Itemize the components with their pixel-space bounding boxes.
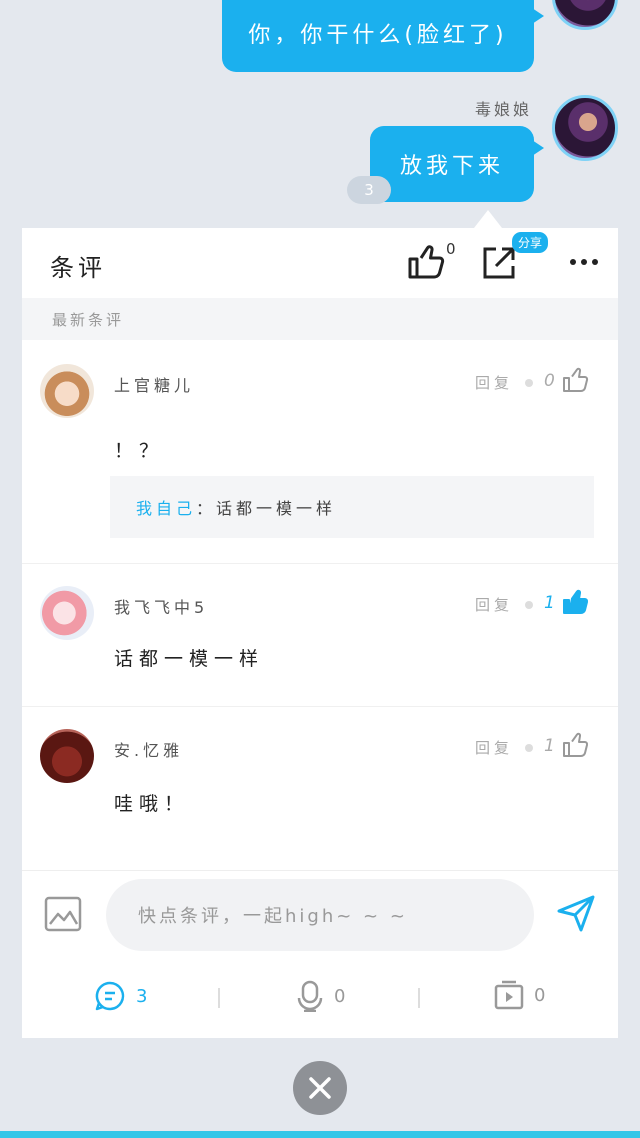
reply-button[interactable]: 回复 [475,737,513,758]
message-bubble[interactable]: 你，你干什么(脸红了) [222,0,544,72]
section-label: 最新条评 [52,310,125,329]
more-icon[interactable] [568,250,600,274]
thumbs-up-filled-icon[interactable] [562,588,590,616]
share-icon[interactable] [480,244,518,282]
avatar[interactable] [40,586,94,640]
panel-title: 条评 [50,254,106,282]
quoted-reply: 我自己：话都一模一样 [110,476,594,538]
share-badge: 分享 [512,232,549,253]
quote-text: 话都一模一样 [216,499,337,518]
tab-count: 0 [534,984,546,1006]
video-icon [494,980,524,1010]
sender-name: 毒娘娘 [474,100,532,119]
quote-author[interactable]: 我自己 [136,495,196,519]
media-tabs: 3 0 0 [22,968,618,1028]
comment-count-badge[interactable]: 3 [347,176,391,204]
separator-dot [525,601,533,609]
like-count: 0 [544,371,555,391]
avatar[interactable] [552,95,618,161]
comment-text: 哇哦！ [114,793,190,815]
comment-input-bar: 快点条评，一起high~ ~ ~ [22,870,618,960]
tab-video[interactable]: 0 [494,980,545,1010]
comment-icon [95,981,125,1011]
comment-input[interactable]: 快点条评，一起high~ ~ ~ [106,879,534,951]
comment-item: 我飞飞中5 回复 1 话都一模一样 [22,564,618,707]
thumbs-up-icon[interactable] [562,731,590,759]
comment-text: ！？ [114,440,165,462]
send-icon[interactable] [556,893,596,933]
tab-comments[interactable]: 3 [94,980,147,1012]
tab-voice[interactable]: 0 [296,980,345,1012]
panel-pointer [474,210,502,228]
comment-panel: 条评 0 分享 最新条评 上官糖儿 回复 0 ！？ 我自己：话都一模一样 我飞飞… [22,228,618,1038]
like-count: 1 [544,593,555,613]
message-text: 你，你干什么(脸红了) [248,23,508,48]
message-text: 放我下来 [399,154,504,179]
like-count: 0 [446,240,456,258]
comment-username[interactable]: 安.忆雅 [114,737,183,761]
tab-count: 0 [334,985,346,1007]
comment-item: 上官糖儿 回复 0 ！？ 我自己：话都一模一样 [22,340,618,564]
comment-username[interactable]: 我飞飞中5 [114,594,208,618]
separator-dot [525,379,533,387]
tab-divider [218,988,220,1008]
quote-separator: ： [196,499,217,518]
separator-dot [525,744,533,752]
avatar[interactable] [40,364,94,418]
tab-count: 3 [136,985,148,1007]
microphone-icon [297,980,323,1012]
section-header: 最新条评 [22,298,618,340]
thumbs-up-icon[interactable] [406,242,446,282]
like-count: 1 [544,736,555,756]
comment-text: 话都一模一样 [114,648,265,670]
reply-button[interactable]: 回复 [475,594,513,615]
comment-username[interactable]: 上官糖儿 [114,372,194,396]
tab-divider [418,988,420,1008]
reply-button[interactable]: 回复 [475,372,513,393]
avatar[interactable] [40,729,94,783]
close-button[interactable] [293,1061,347,1115]
image-icon[interactable] [44,896,82,932]
thumbs-up-icon[interactable] [562,366,590,394]
avatar[interactable] [552,0,618,30]
panel-header: 条评 0 分享 [22,228,618,298]
close-icon [309,1077,331,1099]
message-bubble[interactable]: 放我下来 [370,126,544,202]
comment-item: 安.忆雅 回复 1 哇哦！ [22,707,618,867]
input-placeholder: 快点条评，一起high~ ~ ~ [138,906,408,927]
bottom-accent-bar [0,1131,640,1138]
